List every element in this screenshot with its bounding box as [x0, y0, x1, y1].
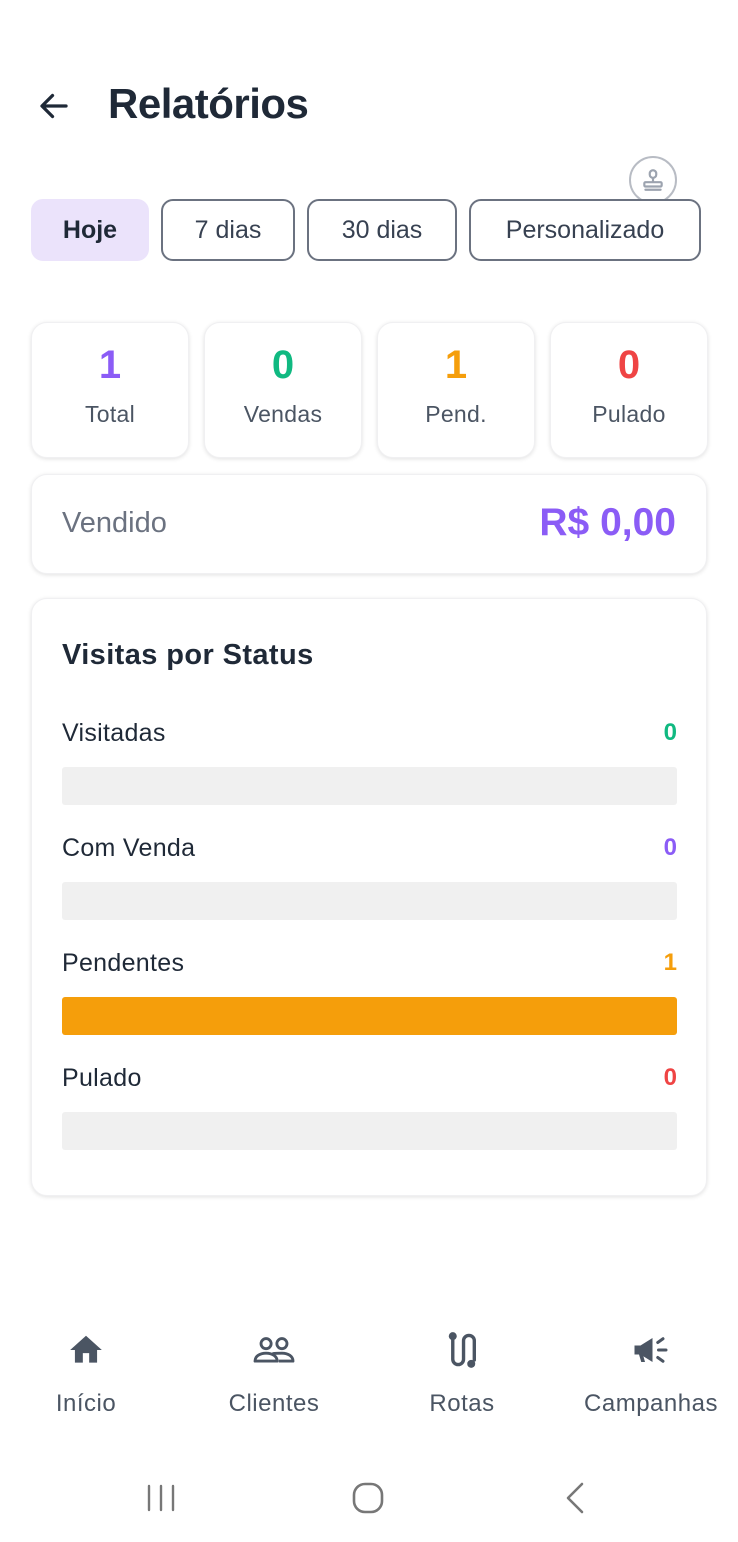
- app-header: Relatórios: [0, 70, 738, 140]
- status-name: Visitadas: [62, 719, 166, 747]
- status-count: 0: [663, 719, 677, 746]
- stamp-icon: [643, 169, 663, 191]
- sold-label: Vendido: [62, 507, 167, 539]
- status-count: 1: [663, 949, 677, 976]
- status-name: Com Venda: [62, 834, 196, 862]
- megaphone-icon: [628, 1328, 674, 1372]
- nav-label: Rotas: [429, 1390, 495, 1417]
- stat-label: Pend.: [425, 401, 487, 427]
- status-name: Pulado: [62, 1064, 142, 1092]
- filter-chip-30-days[interactable]: 30 dias: [307, 199, 457, 261]
- route-icon: [439, 1328, 485, 1372]
- status-progress-track: [62, 997, 677, 1035]
- stat-card-skipped: 0 Pulado: [550, 322, 708, 458]
- nav-item-clients[interactable]: Clientes: [184, 1320, 364, 1430]
- stat-value: 0: [617, 343, 641, 387]
- stat-label: Total: [84, 401, 136, 427]
- page-title: Relatórios: [108, 80, 309, 127]
- status-name: Pendentes: [62, 949, 185, 977]
- nav-item-campaigns[interactable]: Campanhas: [561, 1320, 738, 1430]
- stat-label: Vendas: [243, 401, 323, 427]
- status-count: 0: [663, 1064, 677, 1091]
- nav-item-routes[interactable]: Rotas: [372, 1320, 552, 1430]
- stat-card-total: 1 Total: [31, 322, 189, 458]
- stat-label: Pulado: [592, 401, 666, 427]
- stat-value: 1: [444, 343, 468, 387]
- home-icon: [63, 1328, 109, 1372]
- nav-label: Campanhas: [584, 1390, 718, 1417]
- back-button[interactable]: [30, 82, 78, 130]
- stat-value: 0: [271, 343, 295, 387]
- sold-card: Vendido R$ 0,00: [31, 474, 707, 574]
- stat-value: 1: [98, 343, 122, 387]
- reports-screen: Relatórios Hoje 7 dias 30 dias Personali…: [0, 0, 738, 1542]
- nav-item-home[interactable]: Início: [0, 1320, 176, 1430]
- filter-chip-7-days[interactable]: 7 dias: [161, 199, 295, 261]
- arrow-left-icon: [40, 93, 68, 119]
- filter-chip-today[interactable]: Hoje: [31, 199, 149, 261]
- filter-chip-custom[interactable]: Personalizado: [469, 199, 701, 261]
- export-button[interactable]: [629, 156, 677, 204]
- users-icon: [251, 1328, 297, 1372]
- back-chevron-icon[interactable]: [545, 1476, 605, 1520]
- sold-value: R$ 0,00: [539, 501, 676, 544]
- bottom-navigation: Início Clientes Rotas Campanhas: [0, 1320, 738, 1430]
- home-circle-icon[interactable]: [338, 1476, 398, 1520]
- status-progress-track: [62, 767, 677, 805]
- status-count: 0: [663, 834, 677, 861]
- section-title: Visitas por Status: [62, 639, 314, 671]
- stat-card-sales: 0 Vendas: [204, 322, 362, 458]
- nav-label: Clientes: [228, 1390, 320, 1417]
- status-progress-track: [62, 1112, 677, 1150]
- stats-row: 1 Total 0 Vendas 1 Pend. 0 Pulado: [31, 322, 708, 458]
- system-navigation-bar: [0, 1460, 738, 1542]
- recent-apps-icon[interactable]: [131, 1476, 191, 1520]
- stat-card-pending: 1 Pend.: [377, 322, 535, 458]
- status-progress-track: [62, 882, 677, 920]
- period-filters: Hoje 7 dias 30 dias Personalizado: [31, 199, 701, 261]
- status-progress-fill: [62, 997, 677, 1035]
- visits-by-status-card: Visitas por Status Visitadas 0 Com Venda…: [31, 598, 707, 1196]
- nav-label: Início: [55, 1390, 117, 1417]
